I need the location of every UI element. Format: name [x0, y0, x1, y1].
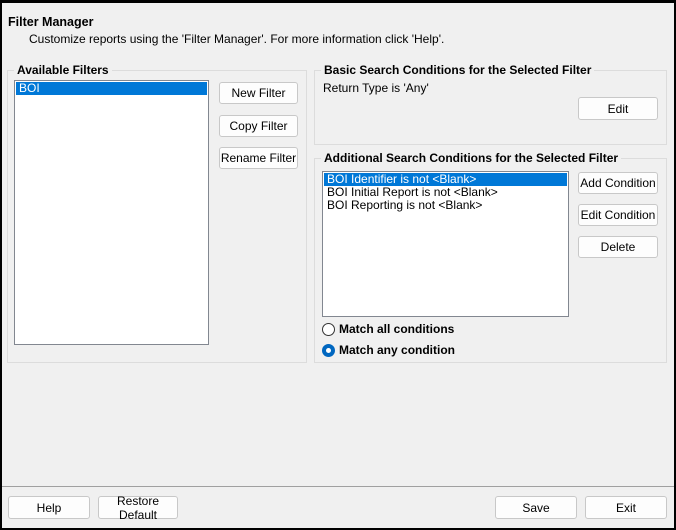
basic-edit-button[interactable]: Edit [578, 97, 658, 120]
filter-item-boi[interactable]: BOI [16, 82, 207, 95]
exit-button[interactable]: Exit [585, 496, 667, 519]
return-type-text: Return Type is 'Any' [323, 81, 429, 95]
match-all-label: Match all conditions [339, 322, 455, 336]
save-button[interactable]: Save [495, 496, 577, 519]
radio-unchecked-icon [322, 322, 335, 336]
available-filters-label: Available Filters [14, 63, 112, 77]
match-any-label: Match any condition [339, 343, 456, 357]
radio-checked-icon [322, 343, 335, 357]
match-any-radio[interactable]: Match any condition [322, 343, 455, 357]
edit-condition-button[interactable]: Edit Condition [578, 204, 658, 226]
add-condition-button[interactable]: Add Condition [578, 172, 658, 194]
delete-condition-button[interactable]: Delete [578, 236, 658, 258]
page-title: Filter Manager [8, 15, 94, 29]
match-all-radio[interactable]: Match all conditions [322, 322, 454, 336]
available-filters-list[interactable]: BOI [14, 80, 209, 345]
help-button[interactable]: Help [8, 496, 90, 519]
restore-default-button[interactable]: Restore Default [98, 494, 178, 522]
basic-conditions-label: Basic Search Conditions for the Selected… [321, 63, 595, 77]
footer-divider [2, 486, 674, 487]
new-filter-button[interactable]: New Filter [219, 82, 298, 104]
condition-item[interactable]: BOI Reporting is not <Blank> [324, 199, 567, 212]
rename-filter-button[interactable]: Rename Filter [219, 147, 298, 169]
additional-conditions-label: Additional Search Conditions for the Sel… [321, 151, 622, 165]
conditions-list[interactable]: BOI Identifier is not <Blank> BOI Initia… [322, 171, 569, 317]
page-subtitle: Customize reports using the 'Filter Mana… [29, 32, 445, 46]
copy-filter-button[interactable]: Copy Filter [219, 115, 298, 137]
